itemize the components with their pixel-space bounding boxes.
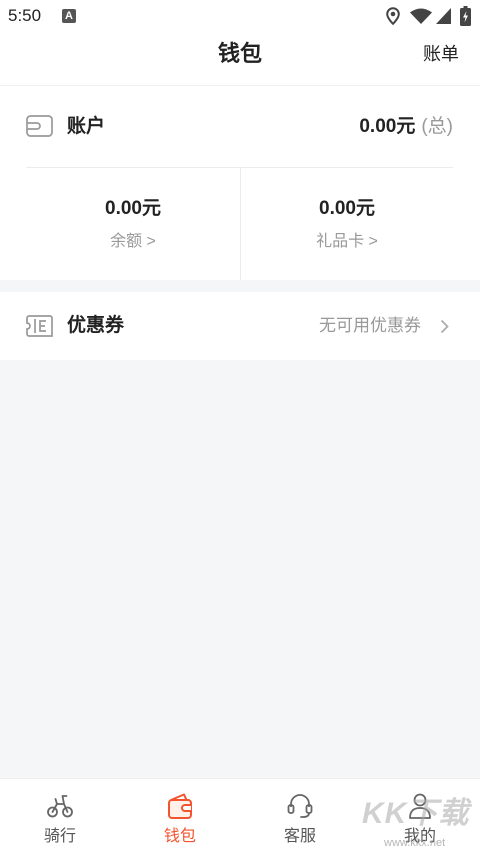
a-notification-icon: A [62, 9, 76, 23]
coupon-label: 优惠券 [67, 315, 125, 336]
account-total-suffix: (总) [421, 116, 453, 137]
balance-link[interactable]: 余额 > [26, 232, 240, 252]
ticket-icon [26, 315, 53, 337]
gift-card-item[interactable]: 0.00元 礼品卡 > [241, 168, 453, 280]
chevron-right-icon [440, 319, 449, 334]
account-card: 账户 0.00元 (总) 0.00元 余额 > 0.00元 礼品卡 > [0, 86, 480, 280]
tab-wallet-label: 钱包 [163, 828, 196, 845]
status-bar: 5:50 A [0, 0, 480, 32]
account-total-value: 0.00元 [359, 116, 416, 137]
location-icon [386, 7, 400, 25]
wallet-icon [168, 793, 192, 819]
header: 钱包 账单 [0, 32, 480, 86]
tab-service[interactable]: 客服 [240, 779, 360, 854]
balance-item[interactable]: 0.00元 余额 > [26, 168, 240, 280]
account-total: 0.00元 (总) [359, 86, 453, 167]
page-title: 钱包 [217, 41, 262, 66]
gift-card-value: 0.00元 [319, 198, 375, 219]
tab-wallet[interactable]: 钱包 [120, 779, 240, 854]
gift-card-link[interactable]: 礼品卡 > [241, 232, 453, 252]
balance-value: 0.00元 [105, 198, 161, 219]
status-time: 5:50 [8, 6, 42, 25]
battery-charging-icon [460, 6, 471, 26]
bill-button[interactable]: 账单 [423, 32, 459, 76]
tab-mine-label: 我的 [403, 828, 436, 845]
wallet-screen: 5:50 A 钱包 账单 账户 0.00元 (总) 0.00元 余额 > 0.0… [0, 0, 480, 854]
tab-ride[interactable]: 骑行 [0, 779, 120, 854]
tab-service-label: 客服 [283, 828, 316, 845]
account-row: 账户 0.00元 (总) [0, 86, 480, 167]
wifi-icon [410, 8, 432, 24]
signal-icon [436, 8, 451, 24]
account-label: 账户 [67, 116, 106, 137]
bottom-nav: 骑行 钱包 客服 我的 [0, 778, 480, 854]
person-icon [409, 793, 431, 819]
headset-icon [287, 794, 313, 818]
card-icon [26, 115, 53, 137]
coupon-status: 无可用优惠券 [319, 316, 421, 335]
tab-ride-label: 骑行 [43, 828, 76, 845]
tab-mine[interactable]: 我的 [360, 779, 480, 854]
coupon-row[interactable]: 优惠券 无可用优惠券 [0, 292, 480, 360]
bike-icon [47, 795, 73, 818]
